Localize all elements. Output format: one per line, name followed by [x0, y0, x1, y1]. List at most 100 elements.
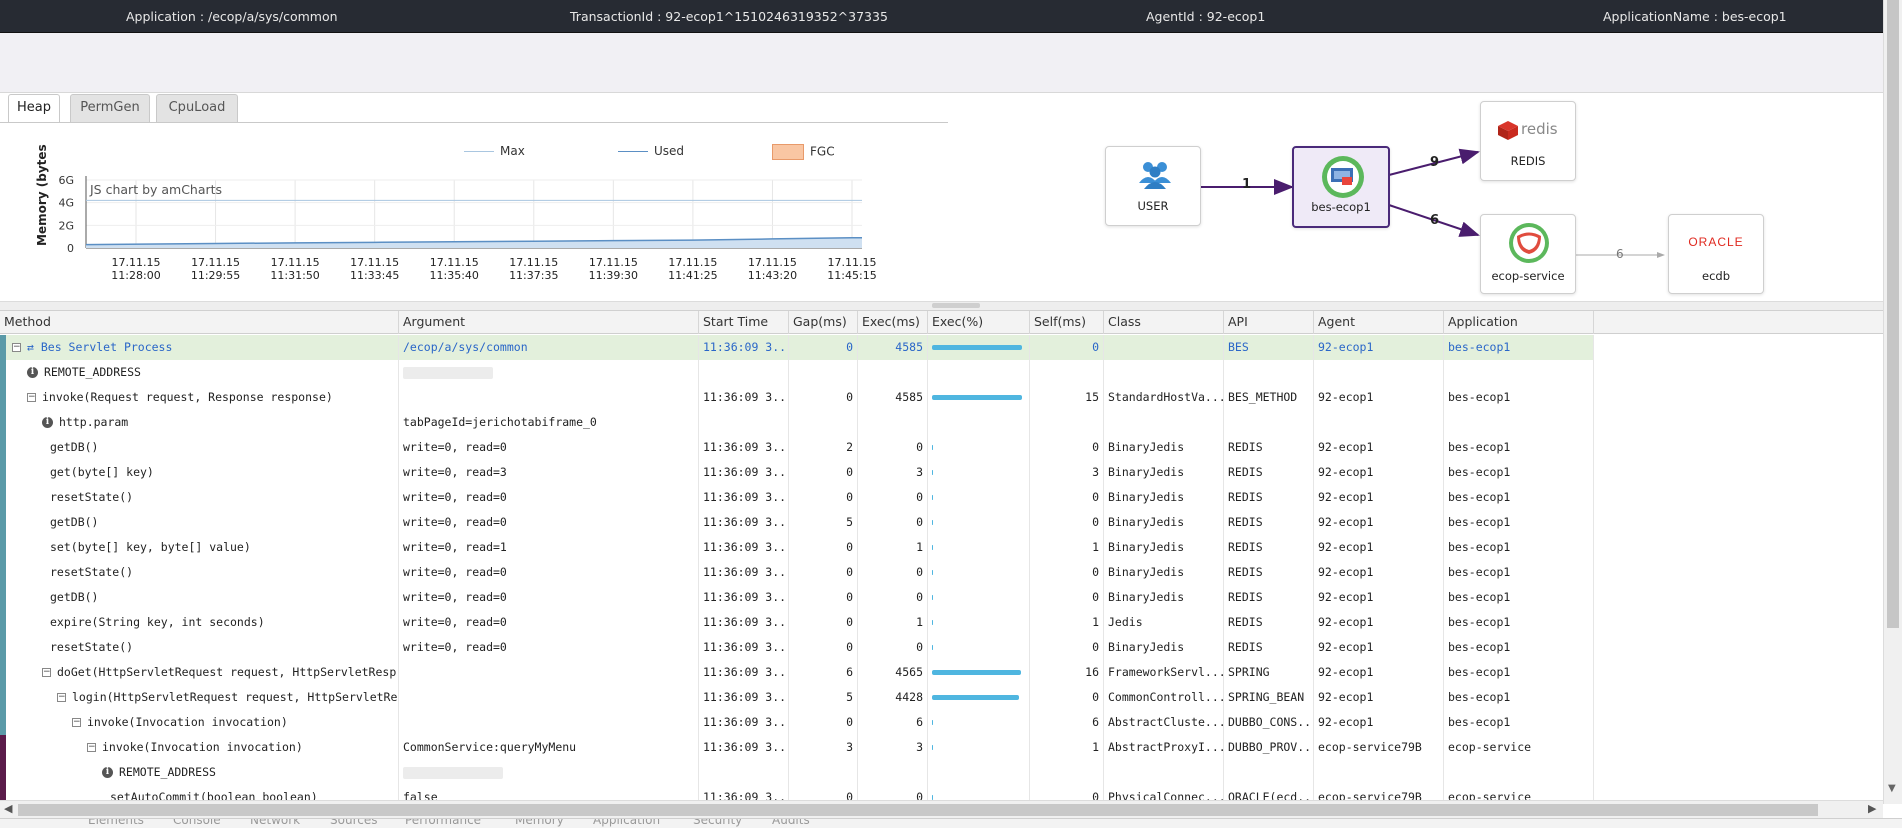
devtools-tab-network[interactable]: Network: [250, 819, 300, 827]
column-header-exec[interactable]: Exec(%): [928, 311, 1030, 334]
cell-pct: [928, 460, 1030, 485]
column-header-class[interactable]: Class: [1104, 311, 1224, 334]
cell-exec: 3: [858, 460, 928, 485]
devtools-tab-elements[interactable]: Elements: [88, 819, 144, 827]
exec-percent-bar: [932, 670, 1022, 675]
devtools-tab-console[interactable]: Console: [173, 819, 221, 827]
cell-start: 11:36:09 3...: [699, 585, 789, 610]
scroll-left-icon[interactable]: ◀: [4, 802, 12, 815]
collapse-toggle-icon[interactable]: −: [27, 393, 36, 402]
edge-label-bes-ecop: 6: [1430, 213, 1440, 228]
node-bes-ecop1[interactable]: bes-ecop1: [1292, 146, 1390, 228]
exec-percent-bar: [932, 395, 1022, 400]
cell-app: bes-ecop1: [1444, 635, 1594, 660]
cell-exec: 0: [858, 560, 928, 585]
tab-cpuload[interactable]: CpuLoad: [156, 94, 238, 122]
horizontal-scroll-thumb[interactable]: [18, 804, 1818, 816]
table-row[interactable]: resetState() write=0, read=0 11:36:09 3...…: [0, 635, 1594, 660]
cell-exec: 0: [858, 585, 928, 610]
column-header-application[interactable]: Application: [1444, 311, 1594, 334]
table-row[interactable]: i REMOTE_ADDRESS: [0, 360, 1594, 385]
cell-cls: BinaryJedis: [1104, 510, 1224, 535]
info-icon: i: [42, 417, 53, 428]
x-tick-date: 17.11.15: [589, 256, 638, 269]
table-row[interactable]: expire(String key, int seconds) write=0, …: [0, 610, 1594, 635]
cell-cls: [1104, 410, 1224, 435]
collapse-toggle-icon[interactable]: −: [87, 743, 96, 752]
table-row[interactable]: resetState() write=0, read=0 11:36:09 3...…: [0, 560, 1594, 585]
table-row[interactable]: − invoke(Invocation invocation) 11:36:09 3…: [0, 710, 1594, 735]
table-row[interactable]: i REMOTE_ADDRESS: [0, 760, 1594, 785]
tab-heap[interactable]: Heap: [8, 94, 60, 123]
collapse-toggle-icon[interactable]: −: [57, 693, 66, 702]
cell-api: DUBBO_CONS...: [1224, 710, 1314, 735]
legend-fgc[interactable]: FGC: [772, 144, 835, 160]
devtools-tab-audits[interactable]: Audits: [772, 819, 810, 827]
cell-api: SPRING_BEAN: [1224, 685, 1314, 710]
table-row[interactable]: − invoke(Request request, Response respon…: [0, 385, 1594, 410]
collapse-toggle-icon[interactable]: −: [12, 343, 21, 352]
oracle-logo: ORACLE: [1688, 235, 1744, 249]
devtools-tab-security[interactable]: Security: [693, 819, 742, 827]
exec-percent-bar: [932, 545, 1022, 550]
column-header-api[interactable]: API: [1224, 311, 1314, 334]
legend-max[interactable]: Max: [464, 144, 525, 158]
table-row[interactable]: − login(HttpServletRequest request, HttpS…: [0, 685, 1594, 710]
cell-pct: [928, 685, 1030, 710]
cell-gap: [789, 760, 858, 785]
devtools-tab-sources[interactable]: Sources: [330, 819, 377, 827]
column-header-self-ms[interactable]: Self(ms): [1030, 311, 1104, 334]
column-header-gap-ms[interactable]: Gap(ms): [789, 311, 858, 334]
devtools-tab-application[interactable]: Application: [593, 819, 660, 827]
node-ecdb[interactable]: ORACLE ecdb: [1668, 214, 1764, 294]
transaction-header: Application : /ecop/a/sys/common Transac…: [0, 0, 1883, 33]
devtools-tab-memory[interactable]: Memory: [515, 819, 564, 827]
table-row[interactable]: − doGet(HttpServletRequest request, HttpS…: [0, 660, 1594, 685]
column-header-agent[interactable]: Agent: [1314, 311, 1444, 334]
column-header-exec-ms[interactable]: Exec(ms): [858, 311, 928, 334]
table-row[interactable]: set(byte[] key, byte[] value) write=0, re…: [0, 535, 1594, 560]
cell-start: 11:36:09 3...: [699, 735, 789, 760]
cell-agent: 92-ecop1: [1314, 660, 1444, 685]
users-icon: [1139, 162, 1171, 189]
column-header-argument[interactable]: Argument: [399, 311, 699, 334]
cell-start: 11:36:09 3...: [699, 435, 789, 460]
legend-used[interactable]: Used: [618, 144, 684, 158]
table-row[interactable]: getDB() write=0, read=0 11:36:09 3... 0 0 0 Bi…: [0, 585, 1594, 610]
table-row[interactable]: i http.param tabPageId=jerichotabiframe_0: [0, 410, 1594, 435]
cell-pct: [928, 435, 1030, 460]
splitter[interactable]: [0, 301, 1883, 311]
scroll-down-icon[interactable]: ▼: [1888, 783, 1896, 794]
cell-cls: AbstractCluste...: [1104, 710, 1224, 735]
x-tick-time: 11:29:55: [191, 269, 240, 282]
tab-permgen[interactable]: PermGen: [70, 94, 150, 122]
cell-start: [699, 360, 789, 385]
table-row[interactable]: get(byte[] key) write=0, read=3 11:36:09 3…: [0, 460, 1594, 485]
scroll-right-icon[interactable]: ▶: [1868, 802, 1876, 815]
table-row[interactable]: getDB() write=0, read=0 11:36:09 3... 5 0 0 Bi…: [0, 510, 1594, 535]
column-header-start-time[interactable]: Start Time: [699, 311, 789, 334]
cell-method: get(byte[] key): [0, 460, 399, 485]
exec-percent-bar: [932, 520, 1022, 525]
vertical-scroll-thumb[interactable]: [1887, 0, 1899, 628]
splitter-grip[interactable]: [932, 303, 980, 308]
method-name: resetState(): [50, 565, 134, 579]
horizontal-scrollbar[interactable]: ◀ ▶: [0, 800, 1883, 818]
table-row[interactable]: resetState() write=0, read=0 11:36:09 3...…: [0, 485, 1594, 510]
cell-cls: [1104, 760, 1224, 785]
collapse-toggle-icon[interactable]: −: [72, 718, 81, 727]
vertical-scrollbar[interactable]: ▼: [1883, 0, 1902, 804]
column-header-method[interactable]: Method: [0, 311, 399, 334]
table-row[interactable]: − invoke(Invocation invocation) CommonServ…: [0, 735, 1594, 760]
table-row[interactable]: getDB() write=0, read=0 11:36:09 3... 2 0 0 Bi…: [0, 435, 1594, 460]
node-ecop-service[interactable]: ecop-service: [1480, 214, 1576, 294]
table-row[interactable]: − ⇄ Bes Servlet Process/ecop/a/sys/common…: [0, 335, 1594, 360]
node-redis[interactable]: redis REDIS: [1480, 101, 1576, 181]
devtools-tab-performance[interactable]: Performance: [405, 819, 481, 827]
cell-app: ecop-service: [1444, 735, 1594, 760]
collapse-toggle-icon[interactable]: −: [42, 668, 51, 677]
cell-argument: write=0, read=3: [399, 460, 699, 485]
cell-pct: [928, 410, 1030, 435]
node-user[interactable]: USER: [1105, 146, 1201, 226]
redis-logo-text: redis: [1521, 120, 1558, 138]
